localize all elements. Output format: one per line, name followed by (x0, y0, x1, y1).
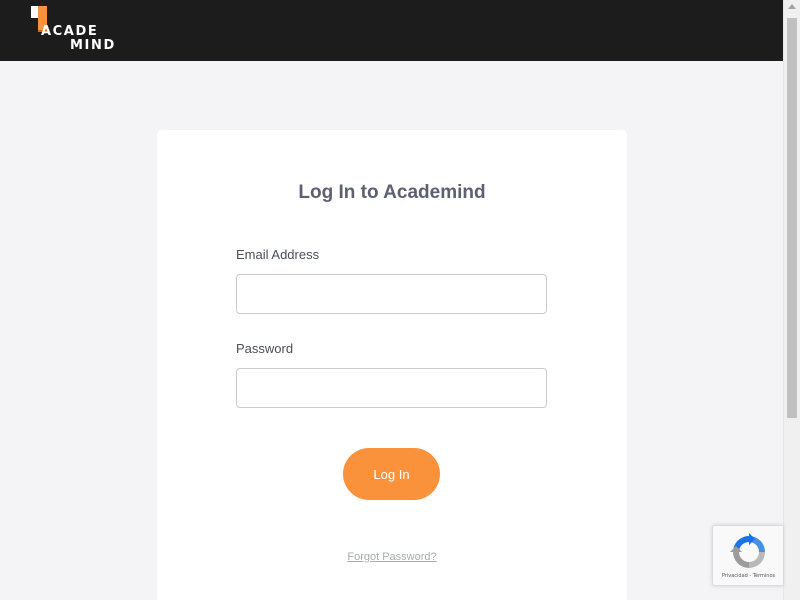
forgot-password-link[interactable]: Forgot Password? (157, 551, 627, 563)
logo-text-line2: MIND (70, 38, 116, 53)
password-label: Password (236, 341, 294, 356)
login-button[interactable]: Log In (343, 448, 440, 500)
login-card: Log In to Academind Email Address Passwo… (157, 130, 627, 600)
password-input[interactable] (236, 368, 547, 408)
email-label: Email Address (236, 247, 320, 262)
scroll-up-arrow-icon[interactable] (788, 4, 796, 9)
email-input[interactable] (236, 274, 547, 314)
recaptcha-badge[interactable]: Privacidad - Términos (712, 525, 783, 586)
recaptcha-links: Privacidad - Términos (713, 573, 784, 579)
recaptcha-privacy-link[interactable]: Privacidad (722, 573, 748, 579)
scrollbar-thumb[interactable] (787, 18, 797, 418)
recaptcha-icon (730, 533, 765, 568)
page-title: Log In to Academind (298, 182, 486, 203)
vertical-scrollbar[interactable] (783, 0, 800, 600)
top-navbar: ACADE MIND (0, 0, 783, 61)
logo-text-line1: ACADE (41, 24, 99, 39)
recaptcha-terms-link[interactable]: Términos (753, 573, 775, 579)
academind-logo[interactable]: ACADE MIND (31, 6, 115, 56)
